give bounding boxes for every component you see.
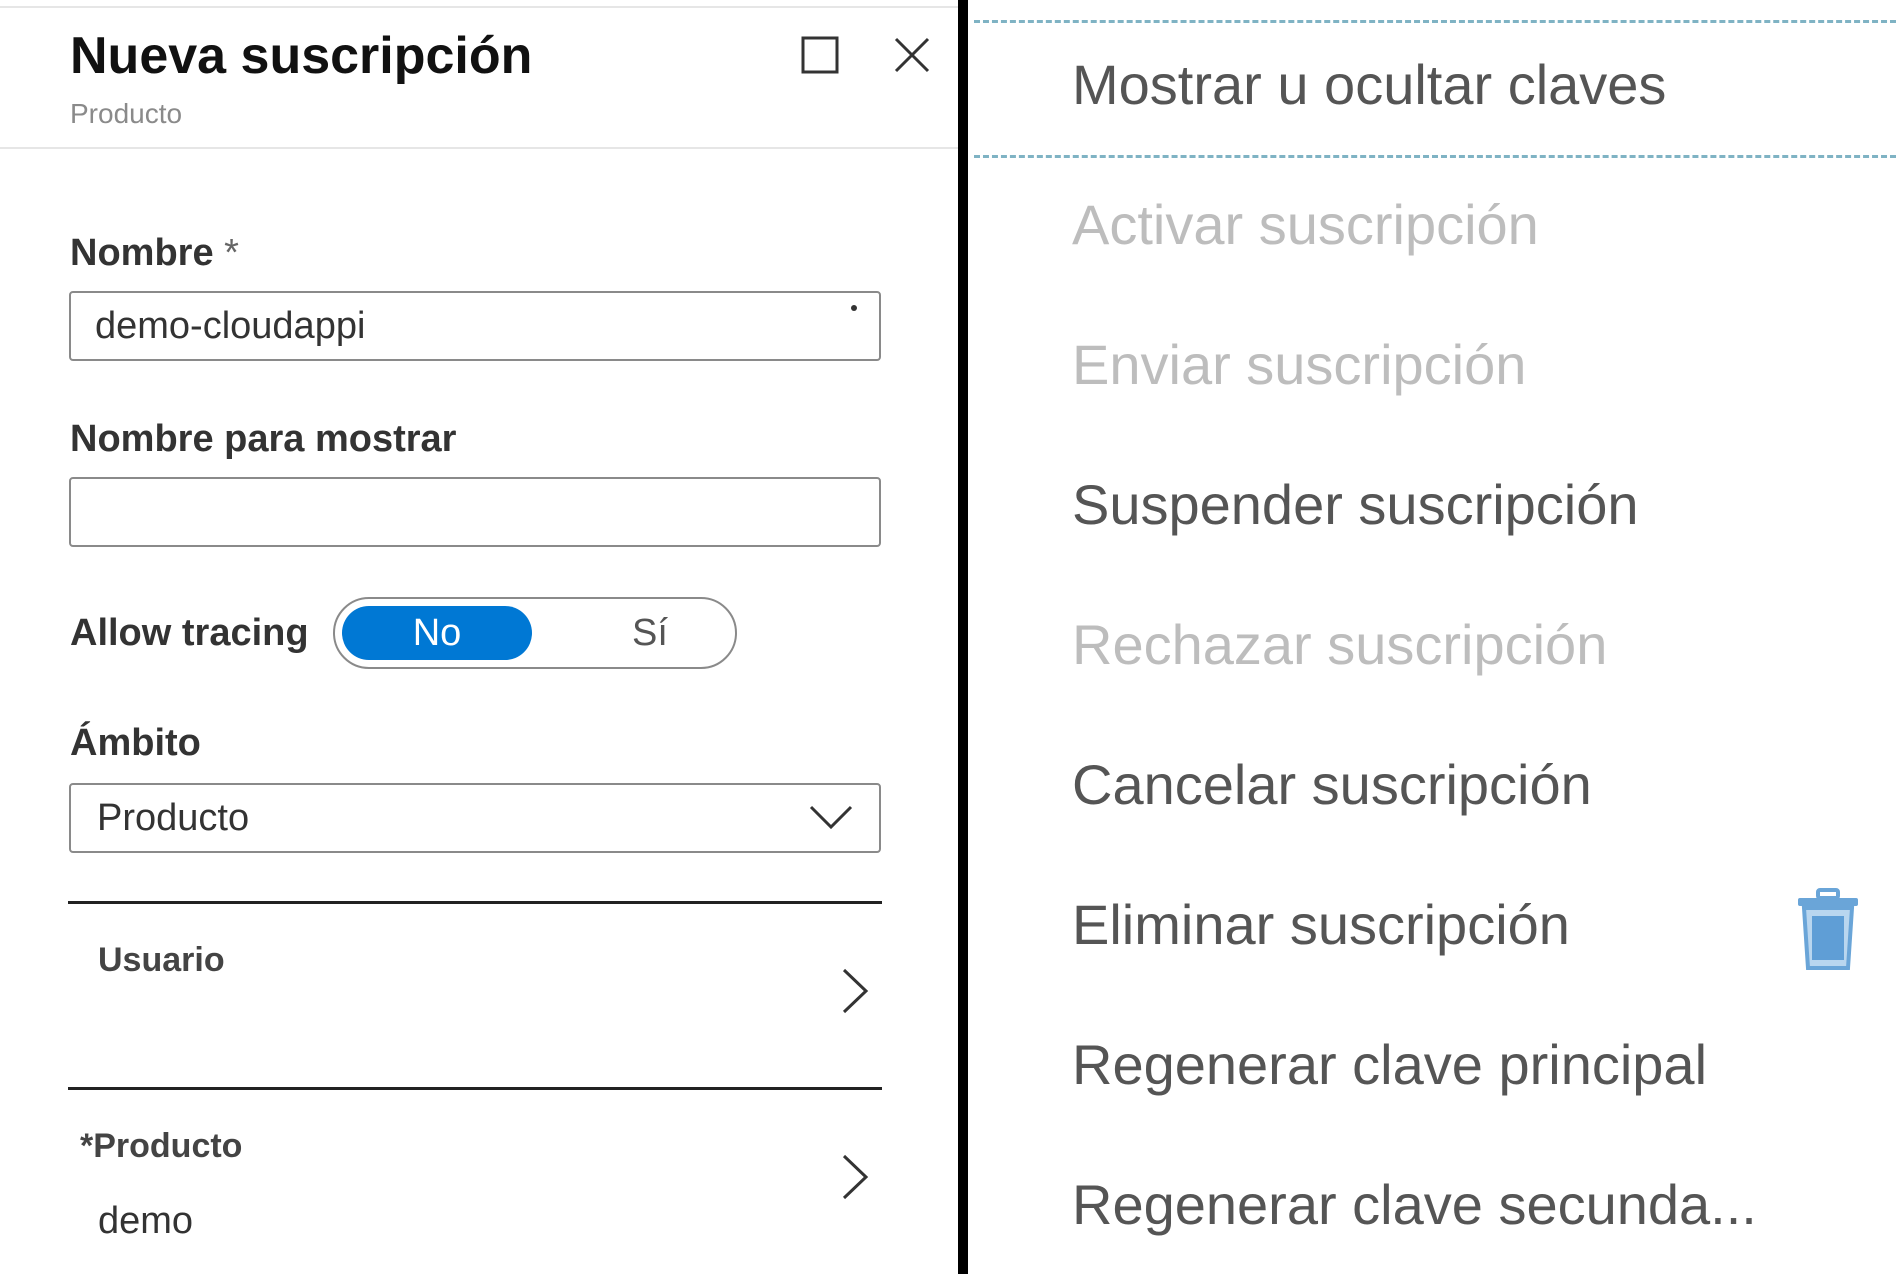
menu-item-reject-subscription[interactable]: Rechazar suscripción <box>1072 612 1607 677</box>
focus-outline-bottom <box>974 155 1896 158</box>
display-name-input[interactable] <box>69 477 881 547</box>
subscription-actions-menu: Mostrar u ocultar claves Activar suscrip… <box>968 0 1896 1274</box>
close-icon <box>894 37 930 73</box>
required-mark: * <box>224 232 239 274</box>
tracing-label: Allow tracing <box>70 612 309 654</box>
scope-dropdown[interactable]: Producto <box>69 783 881 853</box>
product-picker-label: *Producto <box>80 1127 243 1165</box>
name-label-text: Nombre <box>70 232 214 274</box>
menu-item-suspend-subscription[interactable]: Suspender suscripción <box>1072 472 1639 537</box>
menu-item-regenerate-secondary-key[interactable]: Regenerar clave secunda... <box>1072 1172 1757 1237</box>
close-button[interactable] <box>887 30 937 80</box>
blade-subtitle: Producto <box>70 98 183 129</box>
chevron-down-icon <box>809 805 853 830</box>
scope-selected-value: Producto <box>97 797 250 839</box>
chevron-right-icon <box>842 968 869 1014</box>
new-subscription-blade: Nueva suscripción Producto Nombre * Nomb… <box>0 0 958 1274</box>
chevron-right-icon <box>842 1154 869 1200</box>
display-name-label: Nombre para mostrar <box>70 418 457 460</box>
user-picker[interactable]: Usuario <box>68 904 882 1084</box>
tracing-toggle[interactable]: No Sí <box>333 597 737 669</box>
tracing-option-no[interactable]: No <box>342 606 532 660</box>
menu-item-show-hide-keys[interactable]: Mostrar u ocultar claves <box>1072 52 1666 117</box>
menu-item-activate-subscription[interactable]: Activar suscripción <box>1072 192 1539 257</box>
user-picker-label: Usuario <box>98 941 225 979</box>
product-picker-value: demo <box>98 1200 194 1242</box>
tracing-option-si[interactable]: Sí <box>575 606 725 660</box>
blade-title: Nueva suscripción <box>70 27 533 85</box>
maximize-button[interactable] <box>795 30 845 80</box>
scope-label: Ámbito <box>70 722 201 764</box>
name-input[interactable] <box>69 291 881 361</box>
header-divider <box>0 147 958 149</box>
menu-item-regenerate-primary-key[interactable]: Regenerar clave principal <box>1072 1032 1707 1097</box>
product-picker[interactable]: *Producto demo <box>68 1090 882 1270</box>
input-indicator-icon <box>851 305 857 311</box>
trash-icon <box>1798 888 1858 970</box>
menu-item-submit-subscription[interactable]: Enviar suscripción <box>1072 332 1526 397</box>
focus-outline-top <box>974 20 1896 23</box>
name-label: Nombre * <box>70 232 239 275</box>
menu-item-delete-subscription[interactable]: Eliminar suscripción <box>1072 892 1570 957</box>
maximize-icon <box>801 36 839 74</box>
menu-item-cancel-subscription[interactable]: Cancelar suscripción <box>1072 752 1592 817</box>
blade-top-border <box>0 6 958 8</box>
